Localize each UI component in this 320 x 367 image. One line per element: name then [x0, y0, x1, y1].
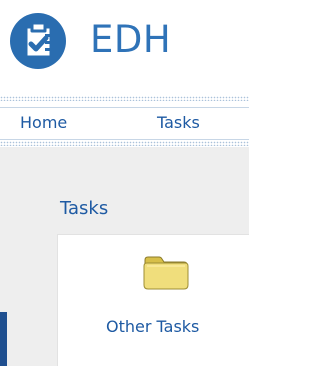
nav-top-divider [0, 107, 249, 108]
nav-bottom-divider [0, 139, 249, 140]
app-title: EDH [90, 18, 172, 61]
other-tasks-tile[interactable]: Other Tasks [58, 235, 250, 367]
top-navigation: Home Tasks [0, 96, 249, 147]
nav-item-home[interactable]: Home [20, 113, 67, 133]
tile-label: Other Tasks [106, 317, 200, 336]
page-title: Tasks [60, 198, 109, 219]
nav-item-tasks[interactable]: Tasks [157, 113, 200, 133]
left-accent-bar [0, 312, 7, 366]
folder-icon [141, 252, 191, 292]
tasks-panel: Other Tasks [57, 234, 249, 366]
app-header: EDH [0, 0, 249, 86]
clipboard-check-icon [10, 13, 66, 69]
app-logo [8, 11, 68, 71]
nav-top-dotted-border [0, 96, 249, 101]
nav-bottom-dotted-border [0, 141, 249, 146]
